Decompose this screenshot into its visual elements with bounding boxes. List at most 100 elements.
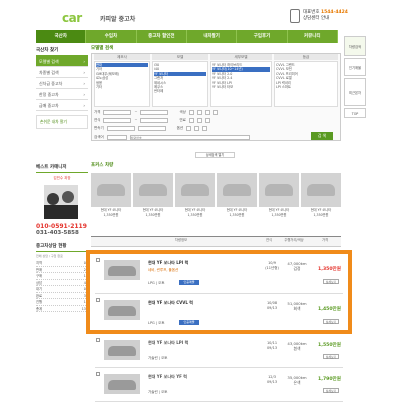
car-thumb[interactable] (133, 173, 173, 207)
quick-item[interactable]: 최근본차 (344, 78, 366, 106)
quick-top-button[interactable]: TOP (344, 108, 366, 118)
table-row[interactable]: 현대 YF 쏘나타 LPI 럭 가솔린 | 오토 10/11 09/13 43,… (95, 334, 343, 368)
sidebar-item-model[interactable]: 모델별 검색 › (36, 56, 88, 67)
site-logo[interactable]: car (62, 11, 82, 25)
nav-item-import[interactable]: 수입차 (86, 30, 137, 43)
price-min-select[interactable] (103, 110, 132, 115)
sidebar-item-type[interactable]: 차종별 검색 › (36, 67, 88, 78)
detail-list[interactable]: YF 쏘나타 하이브리드 YF 쏘나타(10~14년) YF 쏘나타 2.0 Y… (210, 61, 272, 107)
car-thumb[interactable] (217, 173, 257, 207)
car-photo[interactable] (104, 340, 140, 360)
checkbox[interactable] (204, 110, 210, 115)
phone-icon (290, 9, 300, 23)
sidebar-item-limited[interactable]: 한정 중고차 › (36, 89, 88, 100)
detail-button[interactable]: 상세보기 (323, 354, 339, 359)
col-header-price: 가격 (321, 238, 329, 242)
tel-label: 대표번호 (303, 10, 320, 15)
gear-select[interactable] (106, 126, 135, 131)
checkbox[interactable] (202, 126, 208, 131)
detail-option[interactable]: YF 쏘나타 터보 (212, 85, 270, 89)
quick-item[interactable]: 차량검색 (344, 36, 366, 56)
manager-tel: 031-403-5858 (36, 230, 79, 236)
grade-list[interactable]: CVVL 그랜드 CVVL 모던 CVVL 프리미어 CVVL 로열 LPI 럭… (274, 61, 338, 107)
model-option[interactable]: 싼타페 (154, 89, 206, 93)
checkbox[interactable] (196, 118, 202, 123)
row-checkbox[interactable] (96, 338, 100, 342)
col-header-grade: 등급 (274, 54, 338, 60)
car-name[interactable]: 현대 YF 쏘나타 YF 럭 (148, 374, 187, 380)
car-thumb[interactable] (301, 173, 341, 207)
model-list[interactable]: i30 i40 YF 쏘나타 그랜저 제네시스 에쿠스 싼타페 (152, 61, 208, 107)
thumb-caption: 현대 YF 쏘나타 1,350만원 (175, 208, 215, 217)
keyword-input[interactable] (129, 135, 250, 140)
col-header-year: 연식 (265, 238, 273, 242)
detail-button[interactable]: 상세보기 (323, 388, 339, 393)
more-search-button[interactable]: 상세검색 열기 (195, 152, 235, 158)
stat-label: 지역 (36, 261, 43, 265)
stat-label: 판매 (36, 267, 43, 272)
sell-my-car-link[interactable]: 손쉬운 내차 팔기 (36, 115, 88, 129)
col-header-maker: 제조사 (94, 54, 150, 60)
filter-box: 제조사 모델 세부모델 등급 현대 기아 GM대우(쉐보레) 르노삼성 쌍용 기… (91, 53, 341, 141)
thumb-price: 1,350만원 (229, 212, 245, 217)
thumb-price: 1,350만원 (145, 212, 161, 217)
row-checkbox[interactable] (96, 372, 100, 376)
fuel-label: 연료 (179, 118, 186, 122)
car-photo[interactable] (104, 374, 140, 394)
checkbox[interactable] (196, 110, 202, 115)
year-min-select[interactable] (103, 118, 132, 123)
option-select[interactable] (137, 126, 166, 131)
maker-list[interactable]: 현대 기아 GM대우(쉐보레) 르노삼성 쌍용 기타 (94, 61, 150, 107)
thumb-name: 현대 YF 쏘나타 (310, 208, 332, 212)
checkbox[interactable] (188, 118, 194, 123)
nav-item-domestic[interactable]: 국산차 (36, 30, 87, 43)
nav-item-reviews[interactable]: 구입후기 (237, 30, 288, 43)
checkbox[interactable] (212, 110, 218, 115)
maker-option[interactable]: 기타 (96, 85, 148, 89)
car-thumb[interactable] (175, 173, 215, 207)
site-logo-sub: 카피알 중고차 (100, 16, 136, 23)
thumb-name: 현대 YF 쏘나타 (142, 208, 164, 212)
sidebar-title: 국산차 찾기 (36, 45, 88, 56)
chevron-right-icon: › (83, 103, 85, 108)
nav-item-sale[interactable]: 중고차 할인전 (137, 30, 187, 43)
thumb-price: 1,350만원 (313, 212, 329, 217)
year-max-select[interactable] (140, 118, 169, 123)
listing-table-header: 차량정보 연식 주행거리/색상 가격 (91, 236, 341, 247)
sidebar-item-label: 차종별 검색 (39, 70, 59, 75)
checkbox[interactable] (194, 126, 200, 131)
thumb-caption: 현대 YF 쏘나타 1,350만원 (217, 208, 257, 217)
car-name[interactable]: 현대 YF 쏘나타 LPI 럭 (148, 340, 188, 346)
checkbox[interactable] (188, 110, 194, 115)
manager-mobile: 010-0591-2119 (36, 223, 87, 230)
nav-item-community[interactable]: 커뮤니티 (288, 30, 338, 43)
keyword-label: 검색어 (94, 135, 104, 139)
checkbox[interactable] (204, 118, 210, 123)
table-row[interactable]: 현대 YF 쏘나타 YF 럭 가솔린 | 오토 12/3 09/13 35,00… (95, 368, 343, 402)
checkbox[interactable] (186, 126, 192, 131)
sidebar-item-label: 신차급 중고차 (39, 81, 63, 86)
keyword-type-select[interactable] (106, 135, 127, 140)
nav-item-sell[interactable]: 내차팔기 (187, 30, 238, 43)
right-quick-bar: 차량검색 인기매물 최근본차 TOP (344, 36, 366, 120)
grade-option[interactable]: LPI 스마트 (276, 85, 336, 89)
sidebar-item-urgent[interactable]: 급매 중고차 › (36, 100, 88, 111)
price-max-select[interactable] (140, 110, 169, 115)
col-header-mileage: 주행거리/색상 (284, 238, 304, 242)
model-search-panel: 모델별 검색 제조사 모델 세부모델 등급 현대 기아 GM대우(쉐보레) 르노… (91, 45, 341, 141)
stat-label: 총계 (36, 306, 43, 311)
sidebar-item-new[interactable]: 신차급 중고차 › (36, 78, 88, 89)
thumb-name: 현대 YF 쏘나타 (184, 208, 206, 212)
price-row: 가격 ~ 색상 (94, 109, 218, 116)
car-year: 10/11 09/13 (266, 341, 278, 350)
car-thumb[interactable] (91, 173, 131, 207)
car-price: 1,550만원 (318, 343, 341, 348)
car-thumb[interactable] (259, 173, 299, 207)
car-mileage: 35,000km 은색 (287, 375, 307, 385)
quick-item[interactable]: 인기매물 (344, 58, 366, 76)
thumb-price: 1,350만원 (187, 212, 203, 217)
thumb-caption: 현대 YF 쏘나타 1,350만원 (133, 208, 173, 217)
keyword-row: 검색어 (94, 134, 250, 141)
thumb-caption: 현대 YF 쏘나타 1,350만원 (91, 208, 131, 217)
search-button[interactable]: 검 색 (311, 132, 333, 140)
